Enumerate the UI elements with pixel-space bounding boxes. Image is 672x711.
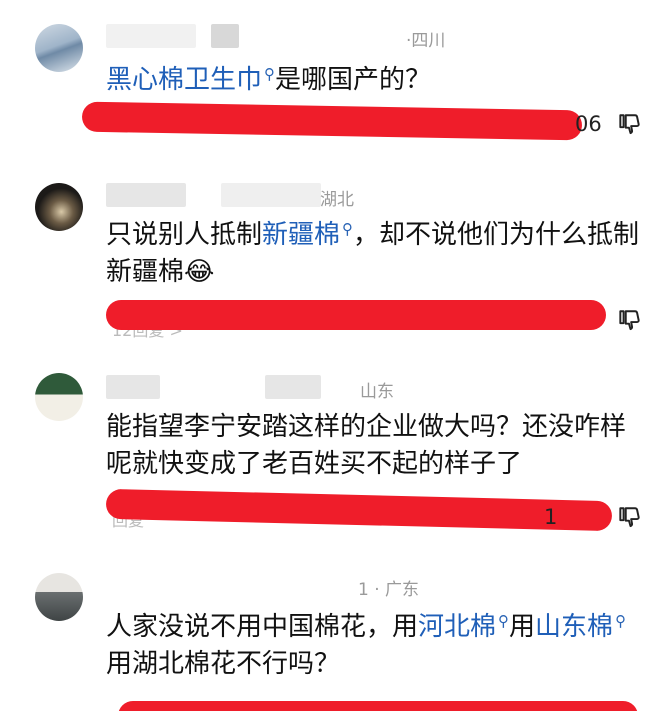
keyword-link[interactable]: 新疆棉 ⚲ [262,220,353,250]
thumbs-down-icon[interactable] [616,308,642,334]
comment-item: ·四川 黑心棉卫生巾 ⚲是哪国产的？ 06 [0,0,672,175]
comment-meta: ·四川 [106,24,606,51]
avatar[interactable] [35,24,83,72]
redacted-username [211,24,240,48]
comment-text: 黑心棉卫生巾 ⚲是哪国产的？ [106,65,432,95]
search-icon: ⚲ [342,220,354,238]
comment-meta: 1 · 广东 [106,573,506,600]
keyword-link[interactable]: 河北棉 ⚲ [418,612,509,642]
like-count: 1 [544,505,558,529]
location-label: ·四川 [406,31,446,51]
redacted-username [106,375,160,399]
search-icon: ⚲ [615,612,627,630]
redacted-username [221,183,322,207]
redacted-username [265,375,322,399]
comment-text: 只说别人抵制新疆棉 ⚲，却不说他们为什么抵制新疆棉😂 [106,220,640,287]
redaction-bar [81,101,583,141]
redaction-bar [106,300,606,330]
location-label: 湖北 [320,190,354,210]
location-label: 山东 [360,382,394,402]
like-count: 06 [575,112,602,136]
comment-item: 山东 能指望李宁安踏这样的企业做大吗？还没咋样呢就快变成了老百姓买不起的样子了 … [0,365,672,565]
thumbs-down-icon[interactable] [616,112,642,138]
comment-meta: 湖北 [106,183,506,210]
redaction-bar [118,701,638,711]
keyword-link[interactable]: 山东棉 ⚲ [535,612,626,642]
redacted-username [106,24,196,48]
search-icon: ⚲ [264,65,276,83]
search-icon: ⚲ [498,612,510,630]
comment-text: 能指望李宁安踏这样的企业做大吗？还没咋样呢就快变成了老百姓买不起的样子了 [106,412,627,479]
comment-item: 湖北 只说别人抵制新疆棉 ⚲，却不说他们为什么抵制新疆棉😂 12回复 > [0,175,672,365]
location-label: 1 · 广东 [358,580,420,600]
avatar[interactable] [35,183,83,231]
keyword-link[interactable]: 黑心棉卫生巾 ⚲ [106,65,275,95]
comment-item: 1 · 广东 人家没说不用中国棉花，用河北棉 ⚲用山东棉 ⚲用湖北棉花不行吗？ [0,565,672,711]
comment-meta: 山东 [106,375,506,402]
redacted-username [106,183,186,207]
avatar[interactable] [35,373,83,421]
thumbs-down-icon[interactable] [616,505,642,531]
avatar[interactable] [35,573,83,621]
comment-text: 人家没说不用中国棉花，用河北棉 ⚲用山东棉 ⚲用湖北棉花不行吗？ [106,612,627,679]
